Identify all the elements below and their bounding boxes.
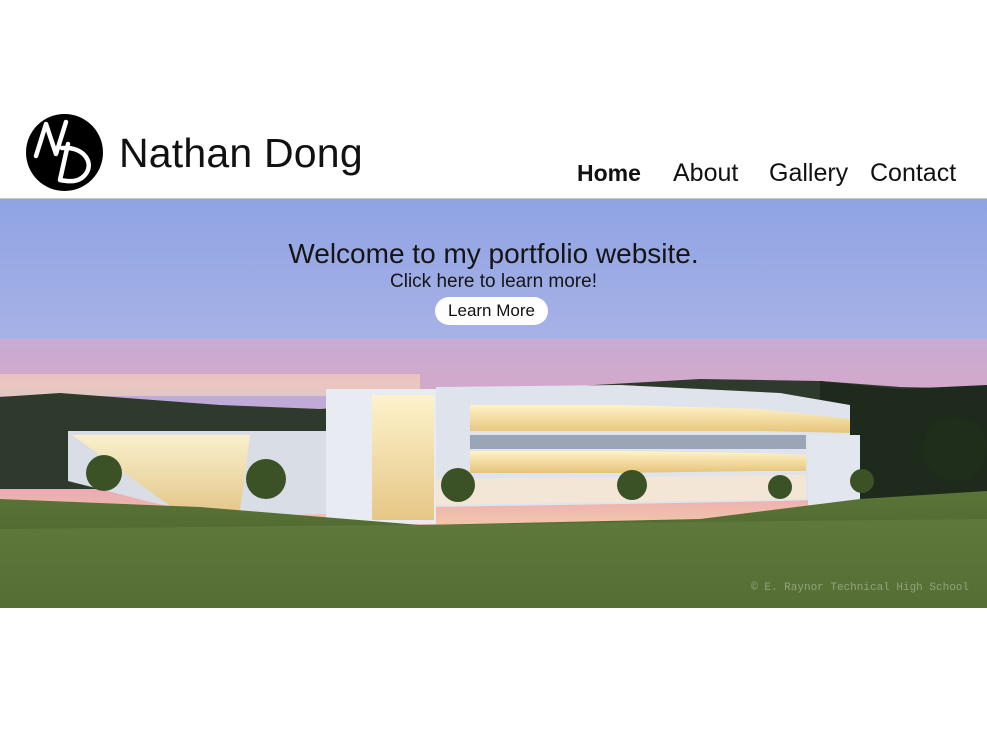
nav-contact[interactable]: Contact [870, 156, 956, 190]
photo-credit: © E. Raynor Technical High School [751, 582, 969, 594]
site-header: Nathan Dong Home About Gallery Contact [0, 100, 987, 199]
page: Nathan Dong Home About Gallery Contact W… [0, 0, 987, 740]
main-nav: Home About Gallery Contact [0, 156, 987, 192]
learn-more-button[interactable]: Learn More [435, 297, 548, 325]
hero-subheading: Click here to learn more! [390, 271, 597, 292]
hero-heading: Welcome to my portfolio website. [288, 238, 699, 269]
hero-banner: Welcome to my portfolio website. Click h… [0, 199, 987, 608]
nav-about[interactable]: About [673, 156, 738, 190]
nav-gallery[interactable]: Gallery [769, 156, 848, 190]
nav-home[interactable]: Home [577, 156, 641, 190]
hero-text: Welcome to my portfolio website. Click h… [0, 237, 987, 293]
